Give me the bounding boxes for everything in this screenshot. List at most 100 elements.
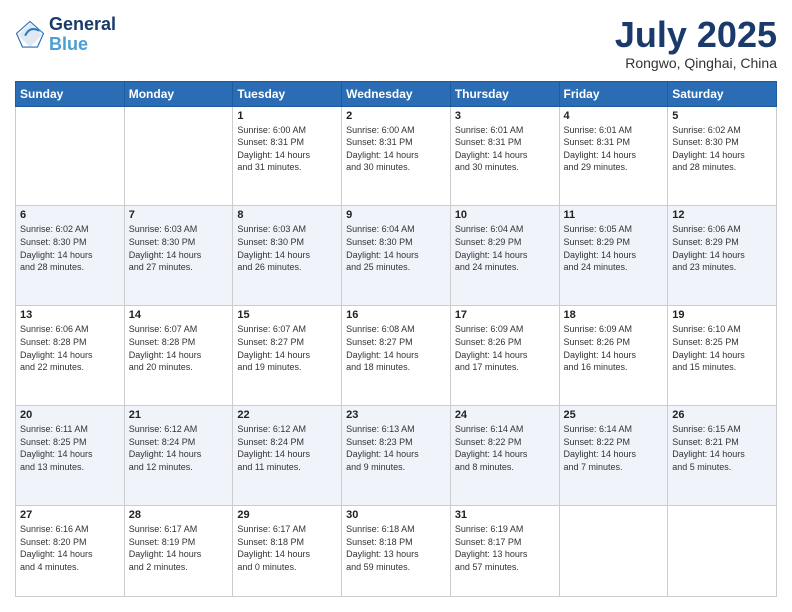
day-info: Sunrise: 6:08 AMSunset: 8:27 PMDaylight:… xyxy=(346,323,446,373)
col-thursday: Thursday xyxy=(450,81,559,106)
day-info: Sunrise: 6:09 AMSunset: 8:26 PMDaylight:… xyxy=(455,323,555,373)
location-subtitle: Rongwo, Qinghai, China xyxy=(615,55,777,71)
table-row: 21Sunrise: 6:12 AMSunset: 8:24 PMDayligh… xyxy=(124,406,233,506)
day-info: Sunrise: 6:12 AMSunset: 8:24 PMDaylight:… xyxy=(237,423,337,473)
day-info: Sunrise: 6:14 AMSunset: 8:22 PMDaylight:… xyxy=(564,423,664,473)
table-row: 12 Sunrise: 6:06 AMSunset: 8:29 PMDayligh… xyxy=(668,206,777,306)
logo-icon xyxy=(15,20,45,50)
day-number: 16 xyxy=(346,309,446,321)
col-wednesday: Wednesday xyxy=(342,81,451,106)
calendar-week-row: 6 Sunrise: 6:02 AMSunset: 8:30 PMDaylight… xyxy=(16,206,777,306)
table-row: 14 Sunrise: 6:07 AMSunset: 8:28 PMDayligh… xyxy=(124,306,233,406)
day-number: 28 xyxy=(129,509,229,521)
calendar-week-row: 20 Sunrise: 6:11 AMSunset: 8:25 PMDayligh… xyxy=(16,406,777,506)
day-info: Sunrise: 6:01 AMSunset: 8:31 PMDaylight:… xyxy=(564,124,664,174)
logo-text: General Blue xyxy=(49,15,116,55)
table-row: 9 Sunrise: 6:04 AMSunset: 8:30 PMDaylight… xyxy=(342,206,451,306)
day-number: 1 xyxy=(237,110,337,122)
day-info: Sunrise: 6:00 AMSunset: 8:31 PMDaylight:… xyxy=(346,124,446,174)
day-info: Sunrise: 6:13 AMSunset: 8:23 PMDaylight:… xyxy=(346,423,446,473)
day-info: Sunrise: 6:17 AMSunset: 8:19 PMDaylight:… xyxy=(129,523,229,573)
calendar-header-row: Sunday Monday Tuesday Wednesday Thursday… xyxy=(16,81,777,106)
month-title: July 2025 xyxy=(615,15,777,55)
day-info: Sunrise: 6:12 AMSunset: 8:24 PMDaylight:… xyxy=(129,423,229,473)
table-row: 15Sunrise: 6:07 AMSunset: 8:27 PMDayligh… xyxy=(233,306,342,406)
day-info: Sunrise: 6:00 AMSunset: 8:31 PMDaylight:… xyxy=(237,124,337,174)
day-info: Sunrise: 6:06 AMSunset: 8:29 PMDaylight:… xyxy=(672,223,772,273)
table-row: 28 Sunrise: 6:17 AMSunset: 8:19 PMDayligh… xyxy=(124,506,233,597)
table-row: 29 Sunrise: 6:17 AMSunset: 8:18 PMDayligh… xyxy=(233,506,342,597)
table-row: 2 Sunrise: 6:00 AMSunset: 8:31 PMDaylight… xyxy=(342,106,451,206)
day-number: 22 xyxy=(237,409,337,421)
table-row: 31Sunrise: 6:19 AMSunset: 8:17 PMDayligh… xyxy=(450,506,559,597)
day-number: 9 xyxy=(346,209,446,221)
calendar-week-row: 27 Sunrise: 6:16 AMSunset: 8:20 PMDayligh… xyxy=(16,506,777,597)
calendar-week-row: 1 Sunrise: 6:00 AMSunset: 8:31 PMDaylight… xyxy=(16,106,777,206)
day-info: Sunrise: 6:11 AMSunset: 8:25 PMDaylight:… xyxy=(20,423,120,473)
header: General Blue July 2025 Rongwo, Qinghai, … xyxy=(15,15,777,71)
table-row: 8Sunrise: 6:03 AMSunset: 8:30 PMDaylight… xyxy=(233,206,342,306)
day-number: 4 xyxy=(564,110,664,122)
table-row: 27 Sunrise: 6:16 AMSunset: 8:20 PMDayligh… xyxy=(16,506,125,597)
table-row: 20 Sunrise: 6:11 AMSunset: 8:25 PMDayligh… xyxy=(16,406,125,506)
table-row: 10 Sunrise: 6:04 AMSunset: 8:29 PMDayligh… xyxy=(450,206,559,306)
day-number: 12 xyxy=(672,209,772,221)
day-number: 24 xyxy=(455,409,555,421)
day-number: 6 xyxy=(20,209,120,221)
logo: General Blue xyxy=(15,15,116,55)
day-info: Sunrise: 6:02 AMSunset: 8:30 PMDaylight:… xyxy=(20,223,120,273)
day-number: 25 xyxy=(564,409,664,421)
day-number: 13 xyxy=(20,309,120,321)
table-row xyxy=(124,106,233,206)
table-row: 25 Sunrise: 6:14 AMSunset: 8:22 PMDayligh… xyxy=(559,406,668,506)
day-number: 5 xyxy=(672,110,772,122)
day-number: 14 xyxy=(129,309,229,321)
day-number: 19 xyxy=(672,309,772,321)
day-info: Sunrise: 6:03 AMSunset: 8:30 PMDaylight:… xyxy=(129,223,229,273)
day-info: Sunrise: 6:10 AMSunset: 8:25 PMDaylight:… xyxy=(672,323,772,373)
day-info: Sunrise: 6:05 AMSunset: 8:29 PMDaylight:… xyxy=(564,223,664,273)
day-info: Sunrise: 6:15 AMSunset: 8:21 PMDaylight:… xyxy=(672,423,772,473)
page: General Blue July 2025 Rongwo, Qinghai, … xyxy=(0,0,792,612)
day-number: 10 xyxy=(455,209,555,221)
day-number: 27 xyxy=(20,509,120,521)
day-info: Sunrise: 6:09 AMSunset: 8:26 PMDaylight:… xyxy=(564,323,664,373)
table-row: 19 Sunrise: 6:10 AMSunset: 8:25 PMDayligh… xyxy=(668,306,777,406)
day-info: Sunrise: 6:04 AMSunset: 8:30 PMDaylight:… xyxy=(346,223,446,273)
table-row: 22 Sunrise: 6:12 AMSunset: 8:24 PMDayligh… xyxy=(233,406,342,506)
day-number: 2 xyxy=(346,110,446,122)
day-number: 20 xyxy=(20,409,120,421)
table-row: 23Sunrise: 6:13 AMSunset: 8:23 PMDayligh… xyxy=(342,406,451,506)
calendar-table: Sunday Monday Tuesday Wednesday Thursday… xyxy=(15,81,777,597)
col-tuesday: Tuesday xyxy=(233,81,342,106)
day-info: Sunrise: 6:17 AMSunset: 8:18 PMDaylight:… xyxy=(237,523,337,573)
table-row: 11Sunrise: 6:05 AMSunset: 8:29 PMDayligh… xyxy=(559,206,668,306)
table-row: 30 Sunrise: 6:18 AMSunset: 8:18 PMDayligh… xyxy=(342,506,451,597)
title-block: July 2025 Rongwo, Qinghai, China xyxy=(615,15,777,71)
day-number: 18 xyxy=(564,309,664,321)
day-info: Sunrise: 6:14 AMSunset: 8:22 PMDaylight:… xyxy=(455,423,555,473)
col-monday: Monday xyxy=(124,81,233,106)
day-number: 31 xyxy=(455,509,555,521)
day-number: 30 xyxy=(346,509,446,521)
table-row: 26Sunrise: 6:15 AMSunset: 8:21 PMDayligh… xyxy=(668,406,777,506)
table-row xyxy=(668,506,777,597)
table-row: 6 Sunrise: 6:02 AMSunset: 8:30 PMDaylight… xyxy=(16,206,125,306)
table-row: 13 Sunrise: 6:06 AMSunset: 8:28 PMDayligh… xyxy=(16,306,125,406)
day-info: Sunrise: 6:04 AMSunset: 8:29 PMDaylight:… xyxy=(455,223,555,273)
day-number: 17 xyxy=(455,309,555,321)
table-row xyxy=(16,106,125,206)
table-row: 3Sunrise: 6:01 AMSunset: 8:31 PMDaylight… xyxy=(450,106,559,206)
table-row xyxy=(559,506,668,597)
day-info: Sunrise: 6:03 AMSunset: 8:30 PMDaylight:… xyxy=(237,223,337,273)
day-number: 15 xyxy=(237,309,337,321)
day-info: Sunrise: 6:06 AMSunset: 8:28 PMDaylight:… xyxy=(20,323,120,373)
day-number: 3 xyxy=(455,110,555,122)
day-number: 29 xyxy=(237,509,337,521)
table-row: 7Sunrise: 6:03 AMSunset: 8:30 PMDaylight… xyxy=(124,206,233,306)
day-info: Sunrise: 6:18 AMSunset: 8:18 PMDaylight:… xyxy=(346,523,446,573)
day-info: Sunrise: 6:07 AMSunset: 8:28 PMDaylight:… xyxy=(129,323,229,373)
day-info: Sunrise: 6:16 AMSunset: 8:20 PMDaylight:… xyxy=(20,523,120,573)
calendar-week-row: 13 Sunrise: 6:06 AMSunset: 8:28 PMDayligh… xyxy=(16,306,777,406)
col-saturday: Saturday xyxy=(668,81,777,106)
